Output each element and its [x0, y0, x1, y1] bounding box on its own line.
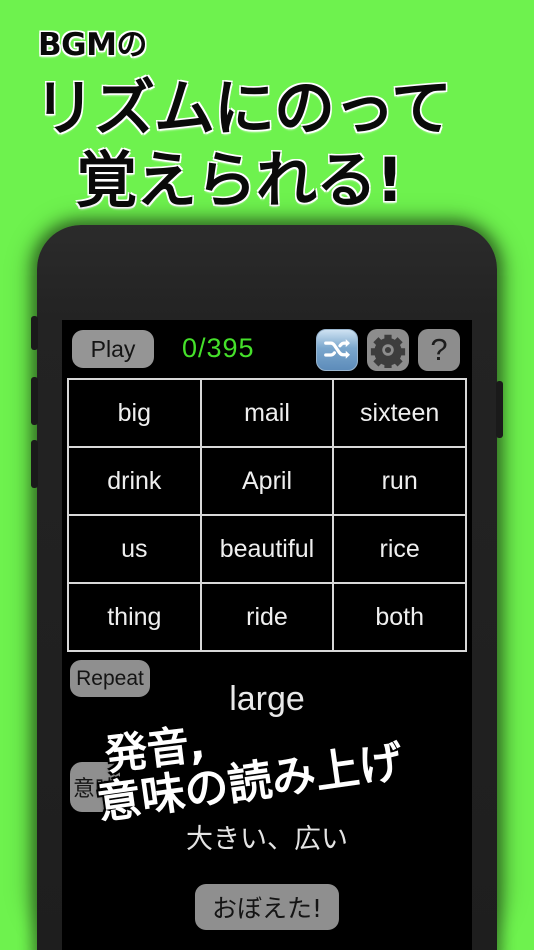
- word-cell[interactable]: mail: [201, 380, 333, 446]
- learned-button[interactable]: おぼえた!: [194, 884, 340, 930]
- word-cell[interactable]: April: [201, 448, 333, 514]
- promo-line-3: 覚えられる!: [76, 145, 404, 216]
- promo-banner: BGMの リズムにのって 覚えられる!: [0, 0, 534, 222]
- word-translation: 大きい、広い: [186, 824, 348, 855]
- volume-up-button[interactable]: [31, 377, 38, 425]
- word-cell[interactable]: beautiful: [201, 516, 333, 582]
- play-button[interactable]: Play: [72, 330, 154, 368]
- screenshot-stage: BGMの リズムにのって 覚えられる! Play 0/395 ? big mai…: [0, 0, 534, 950]
- power-button[interactable]: [496, 381, 503, 438]
- word-cell[interactable]: sixteen: [334, 380, 465, 446]
- help-button[interactable]: ?: [418, 329, 460, 371]
- gear-icon: [370, 334, 406, 368]
- shuffle-button[interactable]: [316, 329, 358, 371]
- app-topbar: Play 0/395 ?: [62, 320, 472, 378]
- word-cell[interactable]: drink: [69, 448, 200, 514]
- phone-screen: Play 0/395 ? big mail sixteen drink Apri…: [62, 320, 472, 950]
- shuffle-icon: [324, 339, 350, 359]
- word-cell[interactable]: us: [69, 516, 200, 582]
- silent-switch[interactable]: [31, 316, 38, 350]
- word-cell[interactable]: run: [334, 448, 465, 514]
- settings-button[interactable]: [367, 329, 409, 371]
- word-cell[interactable]: ride: [201, 584, 333, 650]
- word-cell[interactable]: both: [334, 584, 465, 650]
- word-cell[interactable]: rice: [334, 516, 465, 582]
- word-grid: big mail sixteen drink April run us beau…: [67, 378, 467, 652]
- word-cell[interactable]: thing: [69, 584, 200, 650]
- word-cell[interactable]: big: [69, 380, 200, 446]
- current-word: large: [229, 680, 305, 718]
- volume-down-button[interactable]: [31, 440, 38, 488]
- meaning-button[interactable]: 意味: [70, 762, 120, 812]
- word-detail-panel: Repeat large 意味 大きい、広い おぼえた!: [62, 652, 472, 950]
- progress-counter: 0/395: [182, 333, 255, 363]
